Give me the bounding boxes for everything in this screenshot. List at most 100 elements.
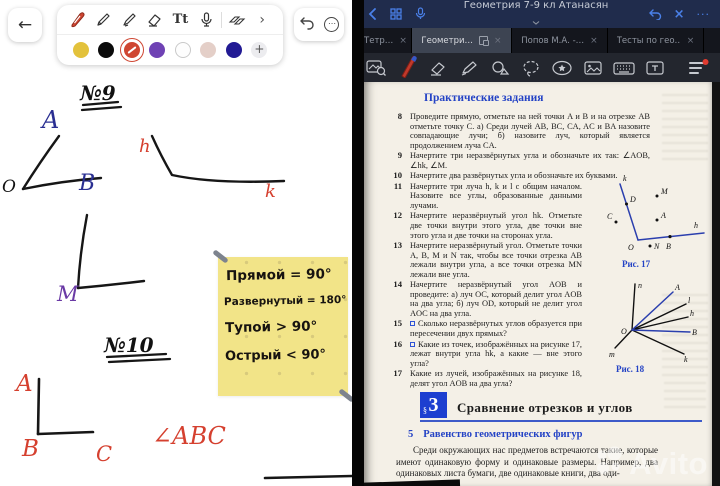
tab-bar: а Тетр… × Геометри… × Попов М.А. -… × Те… [352,28,720,53]
angle3-label-a: A [14,371,33,397]
microphone-icon[interactable] [415,5,426,24]
pen-tool-active-icon[interactable] [395,55,419,80]
sticky-note[interactable]: Прямой = 90° Развернутый = 180° Тупой > … [212,249,352,403]
pen-tool-icon[interactable] [67,9,89,31]
fig18-label-o: O [621,327,627,336]
reader-pane: Геометрия 7-9 кл Атанасян × ··· а Тетр… … [352,0,720,486]
figure-17-caption: Рис. 17 [622,259,651,269]
tab-close-icon[interactable]: × [494,36,502,46]
angle3-strokes [36,377,95,436]
page-margin-dark [712,82,720,486]
shapes-icon[interactable] [488,56,512,80]
highlighter-icon[interactable] [457,56,481,80]
sticky-line: Тупой > 90° [224,318,318,337]
chevron-left-icon[interactable] [368,5,377,24]
section-3-title: Сравнение отрезков и углов [457,400,633,415]
angle1-label-a: A [40,106,59,134]
color-swatch-white[interactable] [174,42,191,58]
color-row: + [57,35,283,65]
task1-underlines [80,100,172,364]
image-icon[interactable] [581,56,605,80]
fig17-label-a: A [660,211,666,220]
section-3-number-box: § 3 [420,392,447,418]
color-swatch-purple[interactable] [149,42,166,58]
shapes-tool-icon[interactable] [226,9,248,31]
text-tool-icon[interactable]: Tt [169,9,191,31]
microphone-tool-icon[interactable] [195,9,217,31]
tab-close-icon[interactable]: × [687,36,695,46]
more-options-icon[interactable]: ··· [697,9,711,20]
sticky-line: Прямой = 90° [225,266,332,285]
more-tools-button[interactable]: › [251,9,273,31]
lasso-icon[interactable] [519,56,543,80]
apps-grid-icon[interactable] [390,5,402,24]
angle3-label-c: C [96,442,112,466]
marker-tool-icon[interactable] [118,9,140,31]
sticky-line: Острый < 90° [224,347,327,365]
add-color-button[interactable]: + [251,42,268,58]
document-title: Геометрия 7-9 кл Атанасян [463,0,609,11]
avito-logo-icon [593,445,625,482]
fig18-label-n: n [638,281,642,290]
fig18-label-h: h [690,309,694,318]
fig17-label-b: B [666,242,671,251]
ray-label-k: k [265,181,276,202]
fig17-label-k: k [623,174,627,183]
eraser-icon[interactable] [426,56,450,80]
color-swatch-pink[interactable] [200,42,217,58]
text-box-icon[interactable] [643,56,667,80]
figure-18: n A l h B k m O Рис. 18 [588,279,712,374]
fig17-label-m: M [660,187,669,196]
watermark: Avito [593,445,708,482]
angle3-label-b: B [21,436,39,462]
annotation-toolbar [352,53,720,82]
tool-row: Tt › [57,5,283,35]
tab-close-icon[interactable]: × [590,36,598,46]
fig17-label-n: N [653,242,660,251]
sticky-line: Развернутый = 180° [223,293,347,309]
tab-popov[interactable]: Попов М.А. -… × [512,28,608,53]
task1-number-label: №9 [79,81,116,105]
color-swatch-black[interactable] [98,42,115,58]
task2-number-label: №10 [103,333,154,357]
keyboard-icon[interactable] [612,56,636,80]
tab-geometria-active[interactable]: Геометри… × [412,28,512,53]
fig17-label-h: h [694,221,698,230]
fig17-label-o: O [628,243,634,252]
pencil-tool-icon[interactable] [92,9,114,31]
close-icon[interactable]: × [674,8,685,21]
color-swatch-yellow[interactable] [72,42,89,58]
whiteboard-canvas[interactable]: №9 №10 A O B h k M A B C ∠ABC [0,0,352,486]
sidebar-menu-icon[interactable] [686,56,710,80]
task-marker-icon [410,321,415,327]
tab-testy[interactable]: Тесты по гео… × [608,28,704,53]
chevron-down-icon [532,10,540,29]
tab-close-icon[interactable]: × [399,36,407,46]
drawing-tool-panel: Tt › + [57,5,283,65]
subsection-5-heading: 5 Равенство геометрических фигур [408,429,583,440]
fig18-label-b: B [692,328,697,337]
whiteboard-pane[interactable]: ← Tt › + ⋯ №9 №10 A O B h k M A B C ∠ABC… [0,0,352,486]
section-3-rule [420,420,702,422]
fig17-label-d: D [629,195,636,204]
section-header: Практические задания [424,92,544,104]
eraser-tool-icon[interactable] [144,9,166,31]
task-marker-icon [410,341,415,347]
ray-label-h: h [139,136,151,157]
color-swatch-red-selected[interactable] [119,38,144,62]
fig18-label-l: l [688,296,691,305]
sticker-star-icon[interactable] [550,56,574,80]
toolbar-divider [220,11,222,28]
textbook-page[interactable]: Практические задания 8 Проведите прямую,… [364,82,712,486]
photo-select-icon[interactable] [364,56,388,80]
fig18-label-m: m [609,350,615,359]
undo-icon[interactable] [648,5,662,24]
color-swatch-navy[interactable] [225,42,242,58]
angle1-label-o: O [2,177,16,197]
cutoff-stroke [263,474,352,480]
angle2-label-m: M [56,282,79,306]
split-view-divider[interactable] [352,0,364,486]
angle2-strokes [76,213,146,290]
fig17-label-c: C [607,212,613,221]
page-edge-shadow [364,479,461,486]
